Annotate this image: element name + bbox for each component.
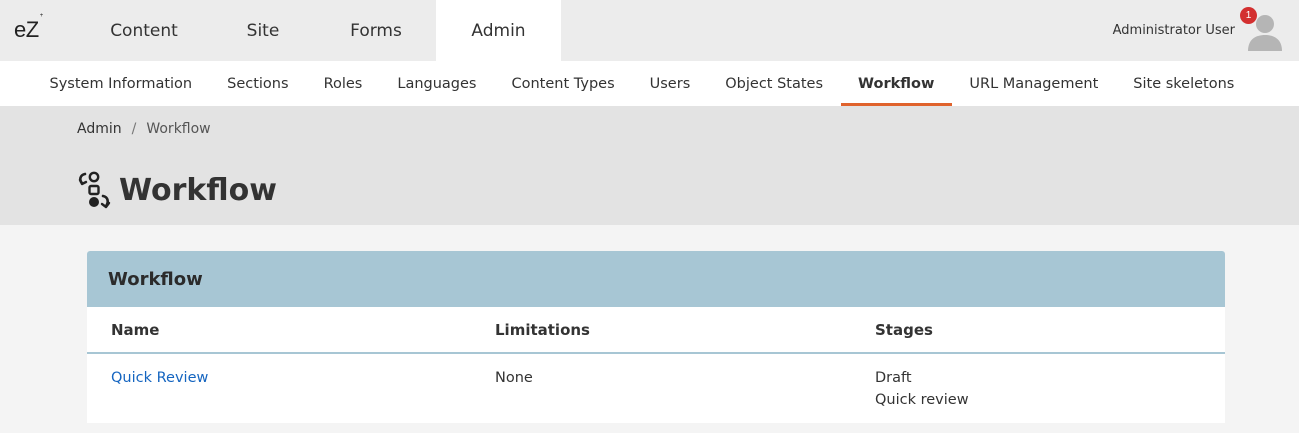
breadcrumb-admin[interactable]: Admin — [77, 121, 122, 137]
breadcrumb-current: Workflow — [146, 121, 211, 137]
workflow-panel: Workflow Name Limitations Stages Quick R… — [87, 251, 1225, 423]
subnav-languages[interactable]: Languages — [380, 61, 494, 106]
subnav-object-states[interactable]: Object States — [708, 61, 841, 106]
subnav-system-information[interactable]: System Information — [32, 61, 210, 106]
sub-nav: System Information Sections Roles Langua… — [0, 61, 1299, 106]
workflow-link-quick-review[interactable]: Quick Review — [111, 370, 208, 386]
logo-mark: + — [39, 12, 44, 19]
nav-site[interactable]: Site — [210, 0, 316, 61]
user-menu[interactable]: Administrator User 1 — [1113, 0, 1299, 61]
column-header-name: Name — [111, 321, 160, 339]
top-bar: eZ+ Content Site Forms Admin Administrat… — [0, 0, 1299, 61]
stage-item: Draft — [875, 370, 912, 386]
nav-forms[interactable]: Forms — [316, 0, 436, 61]
page-title: Workflow — [119, 172, 277, 208]
main-nav: Content Site Forms Admin — [78, 0, 561, 61]
table-row: Quick Review None Draft Quick review — [87, 354, 1225, 421]
workflow-icon — [78, 171, 111, 209]
subnav-content-types[interactable]: Content Types — [494, 61, 632, 106]
breadcrumb: Admin / Workflow — [77, 121, 211, 137]
breadcrumb-separator: / — [131, 121, 137, 137]
subnav-users[interactable]: Users — [632, 61, 708, 106]
notification-badge[interactable]: 1 — [1240, 7, 1257, 24]
subnav-roles[interactable]: Roles — [306, 61, 380, 106]
column-header-limitations: Limitations — [495, 321, 590, 339]
row-limitations: None — [495, 370, 533, 386]
nav-content[interactable]: Content — [78, 0, 210, 61]
panel-title: Workflow — [87, 251, 1225, 307]
row-stages: Draft Quick review — [875, 367, 969, 411]
subnav-site-skeletons[interactable]: Site skeletons — [1116, 61, 1252, 106]
ez-logo[interactable]: eZ+ — [14, 13, 43, 43]
page-header: Admin / Workflow Workflow — [0, 106, 1299, 225]
avatar[interactable]: 1 — [1240, 0, 1289, 61]
table-header: Name Limitations Stages — [87, 307, 1225, 354]
subnav-sections[interactable]: Sections — [210, 61, 306, 106]
subnav-workflow[interactable]: Workflow — [840, 61, 953, 106]
subnav-url-management[interactable]: URL Management — [952, 61, 1116, 106]
column-header-stages: Stages — [875, 321, 933, 339]
user-name[interactable]: Administrator User — [1113, 23, 1235, 38]
nav-admin[interactable]: Admin — [436, 0, 561, 61]
stage-item: Quick review — [875, 392, 969, 408]
